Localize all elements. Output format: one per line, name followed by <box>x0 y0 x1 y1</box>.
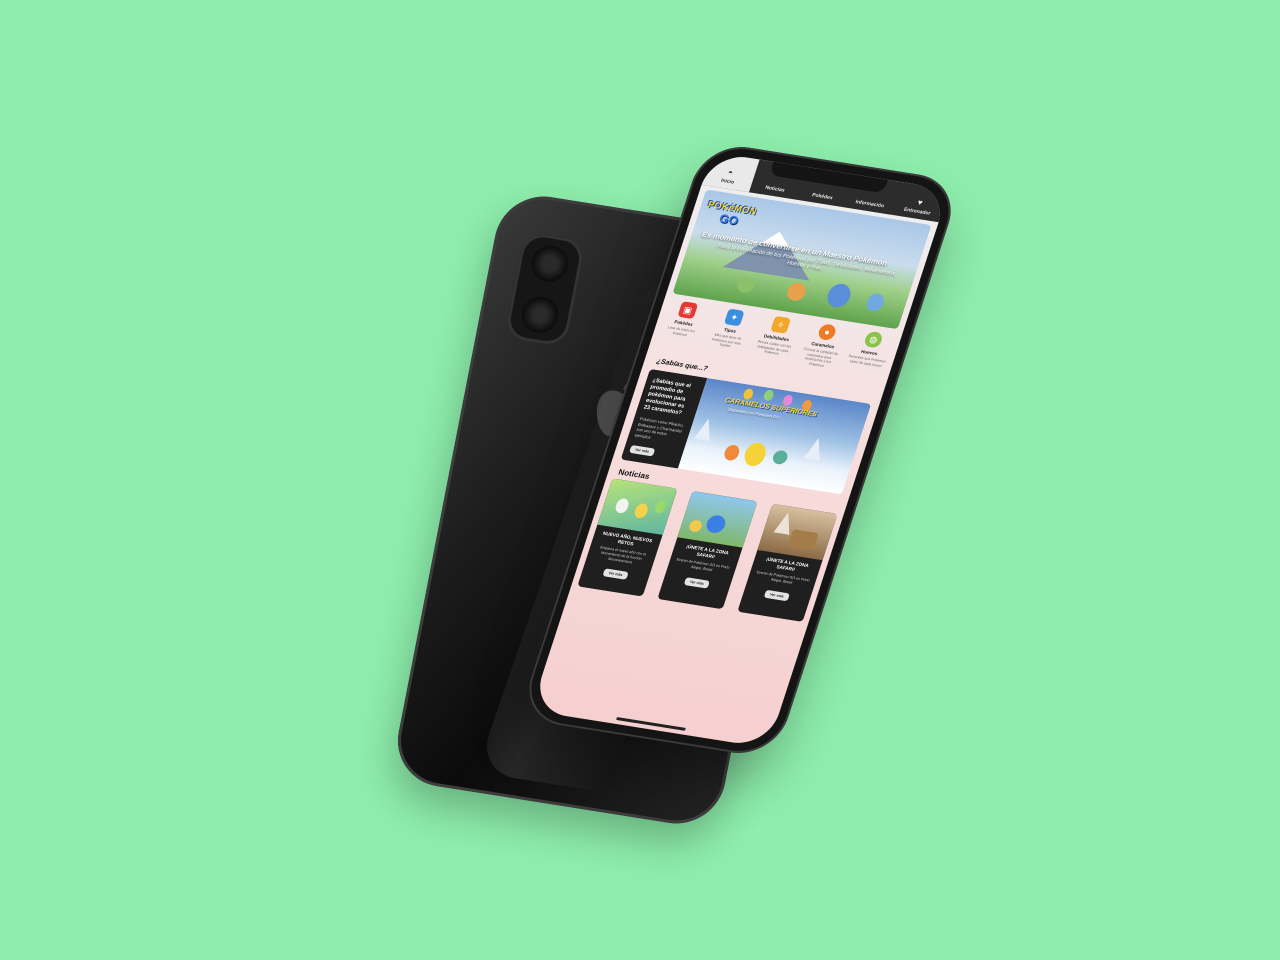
camera-lens-icon <box>526 240 574 287</box>
feature-debilidades[interactable]: ✧ Debilidades Revisa cuáles son las debi… <box>748 314 803 368</box>
tab-label: Inicio <box>720 177 735 186</box>
news-card[interactable]: ¡ÚNETE A LA ZONA SAFARI! Evento de Pokém… <box>657 491 758 610</box>
pokemon-illustration <box>735 275 757 294</box>
ver-mas-button[interactable]: Ver más <box>602 568 629 581</box>
ver-mas-button[interactable]: Ver más <box>629 444 656 457</box>
pokemon-illustration <box>704 514 728 535</box>
news-image <box>597 478 678 535</box>
home-indicator[interactable] <box>615 717 687 731</box>
ver-mas-button[interactable]: Ver más <box>763 589 790 601</box>
tab-label: Noticias <box>764 184 786 194</box>
news-image <box>757 503 838 561</box>
feature-desc: Mira qué tipos de Pokémon son más fuerte… <box>711 332 742 349</box>
news-list: NUEVO AÑO, NUEVOS RETOS Empieza el nuevo… <box>577 478 838 622</box>
camera-lens-icon <box>516 291 564 338</box>
pokemon-illustration <box>864 292 886 313</box>
pokemon-illustration <box>784 281 809 302</box>
ver-mas-button[interactable]: Ver más <box>683 576 710 589</box>
tree-illustration <box>693 417 717 442</box>
section-title-noticias: Noticias <box>617 467 651 481</box>
tab-label: Información <box>854 199 885 210</box>
feature-desc: Conoce la cantidad de caramelos para evo… <box>803 346 839 368</box>
camera-module <box>503 231 586 348</box>
candy-icon: ● <box>816 323 838 342</box>
news-body: ¡ÚNETE A LA ZONA SAFARI! Evento de Pokém… <box>737 550 822 622</box>
pokeball-icon: ◓ <box>726 167 735 178</box>
egg-illustration <box>762 389 775 402</box>
egg-illustration <box>633 502 650 519</box>
feature-name: Huevos <box>860 348 879 357</box>
feature-name: Tipos <box>723 327 737 334</box>
tree-illustration <box>803 436 827 461</box>
egg-illustration <box>613 497 631 514</box>
did-you-know-detail: Pokémon como Pikachu, Bulbasaur y Charma… <box>634 416 685 440</box>
news-card[interactable]: NUEVO AÑO, NUEVOS RETOS Empieza el nuevo… <box>577 478 678 597</box>
feature-desc: Lista de todos los Pokémon <box>667 325 696 337</box>
pikachu-illustration <box>741 441 769 468</box>
news-body: ¡ÚNETE A LA ZONA SAFARI! Evento de Pokém… <box>657 537 742 609</box>
logo-text-bottom: GO <box>717 211 741 228</box>
egg-illustration <box>781 394 794 407</box>
feature-tipos[interactable]: ✦ Tipos Mira qué tipos de Pokémon son má… <box>701 307 756 361</box>
egg-illustration <box>653 499 668 514</box>
egg-icon: ◍ <box>863 330 884 349</box>
weakness-icon: ✧ <box>770 315 792 334</box>
type-icon: ✦ <box>723 308 745 327</box>
tab-label: Pokédex <box>811 192 834 202</box>
news-body: NUEVO AÑO, NUEVOS RETOS Empieza el nuevo… <box>577 525 662 597</box>
charmander-illustration <box>722 443 742 462</box>
building-illustration <box>787 529 819 551</box>
egg-illustration <box>742 388 755 401</box>
feature-caramelos[interactable]: ● Caramelos Conoce la cantidad de carame… <box>794 321 849 375</box>
did-you-know-image: CARAMELOS SUPERIORES Disponibles en Poké… <box>677 378 872 495</box>
news-card[interactable]: ¡ÚNETE A LA ZONA SAFARI! Evento de Pokém… <box>737 503 838 622</box>
heart-icon: ♥ <box>916 197 924 208</box>
feature-pokedex[interactable]: ▣ Pokédex Lista de todos los Pokémon <box>655 299 710 353</box>
feature-desc: Descubre qué Pokémon salen de cada huevo <box>848 353 887 368</box>
did-you-know-question: ¿Sabías que el promedio de pokémon para … <box>642 377 692 417</box>
bulbasaur-illustration <box>771 449 790 466</box>
pokemon-go-logo: POKéMON GO <box>703 197 759 233</box>
pokemon-illustration <box>687 519 704 533</box>
pokedex-icon: ▣ <box>677 301 699 320</box>
feature-huevos[interactable]: ◍ Huevos Descubre qué Pokémon salen de c… <box>841 329 896 383</box>
pokemon-illustration <box>824 282 854 309</box>
news-image <box>677 491 758 548</box>
tab-entrenador[interactable]: ♥ Entrenador <box>891 182 949 222</box>
did-you-know-card: ¿Sabías que el promedio de pokémon para … <box>620 368 872 495</box>
tab-label: Entrenador <box>902 206 932 217</box>
